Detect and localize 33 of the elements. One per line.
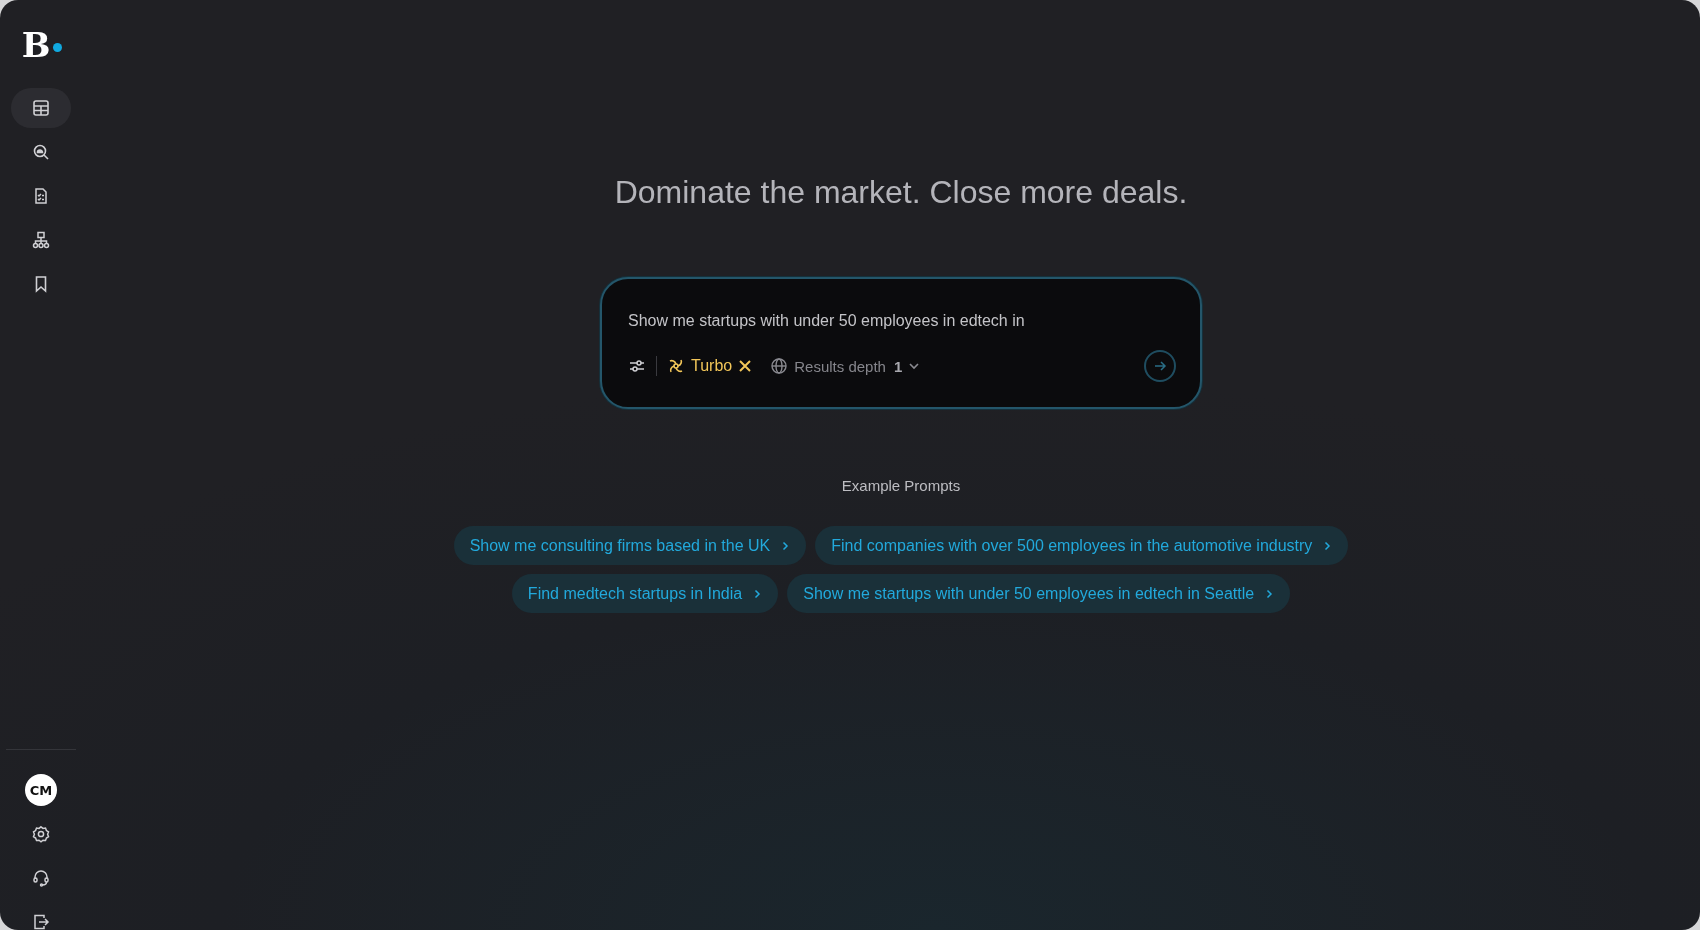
chevron-right-icon <box>780 540 791 551</box>
example-prompt-chip[interactable]: Show me startups with under 50 employees in edtech in Seattle <box>787 574 1291 613</box>
table-nav-button[interactable] <box>11 88 71 128</box>
search-icon <box>32 143 50 161</box>
settings-icon <box>32 825 50 843</box>
swirl-icon <box>667 357 685 375</box>
chevron-down-icon <box>908 360 921 372</box>
headset-icon <box>32 869 50 887</box>
logo-letter: B <box>21 28 51 62</box>
chevron-right-icon <box>1322 540 1333 551</box>
arrow-right-icon <box>1153 359 1167 373</box>
chevron-right-icon <box>1264 588 1275 599</box>
hierarchy-icon <box>32 231 50 249</box>
logout-icon <box>32 913 50 930</box>
results-depth-label: Results depth <box>794 357 886 375</box>
globe-icon <box>770 357 789 375</box>
headline: Dominate the market. Close more deals. <box>614 174 1188 211</box>
checklist-document-icon <box>32 187 50 205</box>
sliders-icon[interactable] <box>628 357 646 375</box>
prompt-input-field[interactable]: Show me startups with under 50 employees in edtech in <box>628 312 1176 330</box>
turbo-mode-chip[interactable]: Turbo <box>667 357 753 375</box>
turbo-label: Turbo <box>691 357 733 375</box>
logo-dot-icon <box>53 43 63 52</box>
close-icon[interactable] <box>738 359 753 373</box>
example-prompt-chip[interactable]: Find medtech startups in India <box>511 574 779 613</box>
table-icon <box>32 99 50 117</box>
example-prompt-chip[interactable]: Find companies with over 500 employees in the automotive industry <box>815 526 1349 565</box>
user-avatar[interactable]: CM <box>25 774 57 806</box>
results-depth-value: 1 <box>893 357 903 375</box>
results-depth-dropdown[interactable]: Results depth 1 <box>770 357 921 375</box>
example-prompt-chip[interactable]: Show me consulting firms based in the UK <box>453 526 807 565</box>
example-prompts-title: Example Prompts <box>841 477 961 494</box>
chevron-right-icon <box>752 588 763 599</box>
